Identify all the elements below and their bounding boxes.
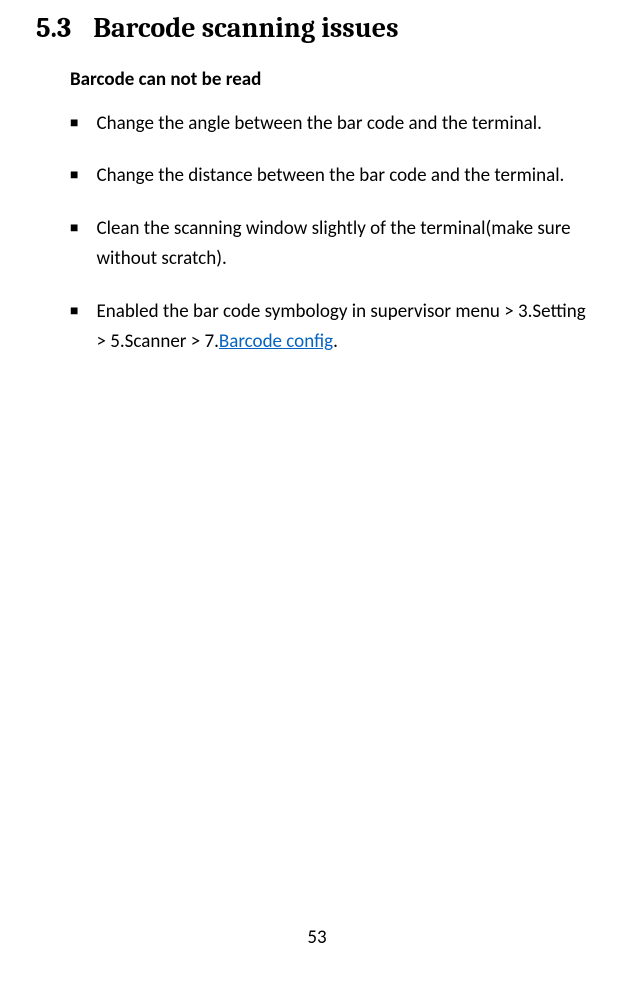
bullet-text: Clean the scanning window slightly of th… <box>96 214 598 275</box>
bullet-marker-icon: ■ <box>70 214 78 242</box>
bullet-marker-icon: ■ <box>70 109 78 137</box>
bullet-text: Enabled the bar code symbology in superv… <box>96 297 598 358</box>
bullet-text: Change the distance between the bar code… <box>96 161 598 191</box>
content-area: Barcode can not be read ■ Change the ang… <box>36 68 598 357</box>
page-content: 5.3 Barcode scanning issues Barcode can … <box>0 0 634 357</box>
page-number: 53 <box>0 926 634 949</box>
barcode-config-link[interactable]: Barcode config <box>219 330 333 353</box>
bullet-marker-icon: ■ <box>70 297 78 325</box>
list-item: ■ Enabled the bar code symbology in supe… <box>70 297 598 358</box>
bullet-marker-icon: ■ <box>70 161 78 189</box>
section-title: Barcode scanning issues <box>93 12 598 44</box>
bullet-suffix: . <box>333 330 338 353</box>
bullet-text: Change the angle between the bar code an… <box>96 109 598 139</box>
bullet-prefix: Enabled the bar code symbology in superv… <box>96 300 585 353</box>
list-item: ■ Change the angle between the bar code … <box>70 109 598 139</box>
list-item: ■ Change the distance between the bar co… <box>70 161 598 191</box>
subtitle: Barcode can not be read <box>70 68 598 91</box>
list-item: ■ Clean the scanning window slightly of … <box>70 214 598 275</box>
section-heading: 5.3 Barcode scanning issues <box>36 12 598 44</box>
bullet-list: ■ Change the angle between the bar code … <box>70 109 598 357</box>
section-number: 5.3 <box>36 12 71 44</box>
